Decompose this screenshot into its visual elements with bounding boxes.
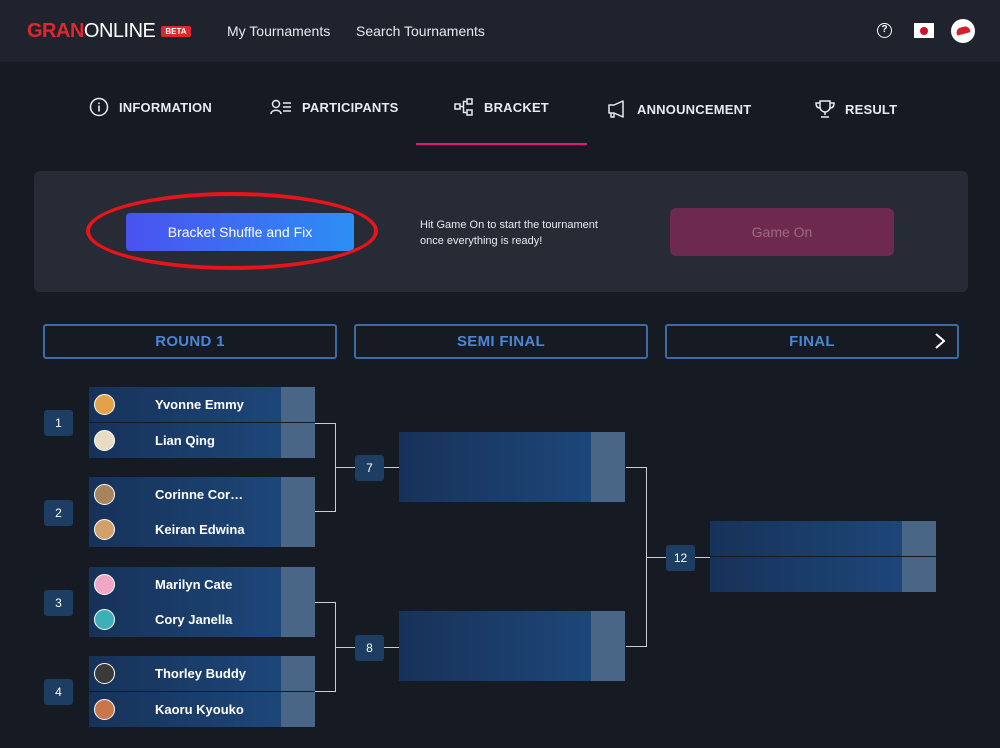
participants-icon <box>270 99 291 115</box>
score-box <box>591 467 625 502</box>
megaphone-icon <box>608 100 624 118</box>
score-box <box>591 611 625 646</box>
match-number-7: 7 <box>355 455 384 481</box>
game-on-button[interactable]: Game On <box>670 208 894 256</box>
score-box <box>281 602 315 637</box>
help-icon[interactable]: ? <box>877 23 892 38</box>
score-box <box>281 477 315 512</box>
chevron-right-icon[interactable] <box>931 332 949 350</box>
player-slot[interactable]: Lian Qing <box>89 423 315 458</box>
logo[interactable]: GRAN ONLINE BETA <box>27 19 191 43</box>
hint-line-2: once everything is ready! <box>420 235 543 247</box>
bracket-connector <box>315 423 335 424</box>
beta-badge: BETA <box>161 25 191 37</box>
bracket-connector <box>626 646 646 647</box>
match-number-2: 2 <box>44 500 73 526</box>
empty-slot[interactable] <box>399 467 625 502</box>
player-avatar <box>94 430 115 451</box>
tab-participants[interactable]: PARTICIPANTS <box>270 94 399 120</box>
empty-slot[interactable] <box>710 557 936 592</box>
bracket-connector <box>694 557 710 558</box>
trophy-icon <box>815 100 835 118</box>
tab-information-label: INFORMATION <box>119 99 212 115</box>
score-box <box>281 567 315 602</box>
game-on-hint: Hit Game On to start the tournament once… <box>420 217 640 249</box>
player-avatar <box>94 663 115 684</box>
player-slot[interactable]: Corinne Cor… <box>89 477 315 512</box>
empty-slot[interactable] <box>399 611 625 646</box>
player-name: Thorley Buddy <box>155 666 247 681</box>
nav-my-tournaments[interactable]: My Tournaments <box>227 23 330 39</box>
match-number-3: 3 <box>44 590 73 616</box>
score-box <box>902 557 936 592</box>
bracket-connector <box>626 467 646 468</box>
tab-announcement[interactable]: ANNOUNCEMENT <box>607 96 751 122</box>
bracket-connector <box>646 557 666 558</box>
bracket-connector <box>335 647 355 648</box>
tab-result-label: RESULT <box>845 101 898 117</box>
info-icon <box>89 97 109 117</box>
empty-slot[interactable] <box>399 646 625 681</box>
tab-information[interactable]: INFORMATION <box>89 94 212 120</box>
score-box <box>591 432 625 467</box>
bracket-connector <box>315 691 335 692</box>
japan-flag-icon[interactable] <box>914 23 934 38</box>
bracket-connector <box>384 647 400 648</box>
score-box <box>281 387 315 422</box>
user-avatar-icon[interactable] <box>951 19 975 43</box>
nav-search-tournaments[interactable]: Search Tournaments <box>356 23 485 39</box>
bracket-connector <box>315 602 335 603</box>
round-header-semi-final: SEMI FINAL <box>354 324 648 359</box>
match-number-12: 12 <box>666 545 695 571</box>
score-box <box>281 692 315 727</box>
empty-slot[interactable] <box>710 521 936 556</box>
hint-line-1: Hit Game On to start the tournament <box>420 219 598 231</box>
score-box <box>281 512 315 547</box>
match-number-4: 4 <box>44 679 73 705</box>
player-avatar <box>94 609 115 630</box>
player-slot[interactable]: Keiran Edwina <box>89 512 315 547</box>
logo-online: ONLINE <box>83 19 156 42</box>
player-name: Keiran Edwina <box>155 522 245 537</box>
logo-gran: GRAN <box>27 19 84 42</box>
player-slot[interactable]: Yvonne Emmy <box>89 387 315 422</box>
bracket-connector <box>335 467 355 468</box>
player-avatar <box>94 699 115 720</box>
player-name: Corinne Cor… <box>155 487 244 502</box>
player-slot[interactable]: Thorley Buddy <box>89 656 315 691</box>
round-header-final: FINAL <box>665 324 959 359</box>
player-slot[interactable]: Cory Janella <box>89 602 315 637</box>
player-avatar <box>94 394 115 415</box>
player-name: Lian Qing <box>155 433 215 448</box>
bracket-shuffle-button[interactable]: Bracket Shuffle and Fix <box>126 213 354 251</box>
score-box <box>902 521 936 556</box>
tab-announcement-label: ANNOUNCEMENT <box>637 101 752 117</box>
top-navbar: GRAN ONLINE BETA My Tournaments Search T… <box>0 0 1000 62</box>
player-avatar <box>94 519 115 540</box>
player-slot[interactable]: Kaoru Kyouko <box>89 692 315 727</box>
active-tab-indicator <box>416 143 587 145</box>
tab-participants-label: PARTICIPANTS <box>302 99 399 115</box>
tab-bracket-label: BRACKET <box>484 99 549 115</box>
match-number-8: 8 <box>355 635 384 661</box>
player-avatar <box>94 484 115 505</box>
score-box <box>281 656 315 691</box>
bracket-connector <box>384 467 400 468</box>
match-number-1: 1 <box>44 410 73 436</box>
bracket-icon <box>454 98 473 116</box>
score-box <box>281 423 315 458</box>
player-name: Cory Janella <box>155 612 233 627</box>
score-box <box>591 646 625 681</box>
player-slot[interactable]: Marilyn Cate <box>89 567 315 602</box>
tab-bracket[interactable]: BRACKET <box>454 94 549 120</box>
tab-result[interactable]: RESULT <box>815 96 897 122</box>
bracket-connector <box>315 511 335 512</box>
player-name: Marilyn Cate <box>155 577 233 592</box>
player-avatar <box>94 574 115 595</box>
round-header-round-1: ROUND 1 <box>43 324 337 359</box>
empty-slot[interactable] <box>399 432 625 467</box>
player-name: Yvonne Emmy <box>155 397 244 412</box>
player-name: Kaoru Kyouko <box>155 702 244 717</box>
